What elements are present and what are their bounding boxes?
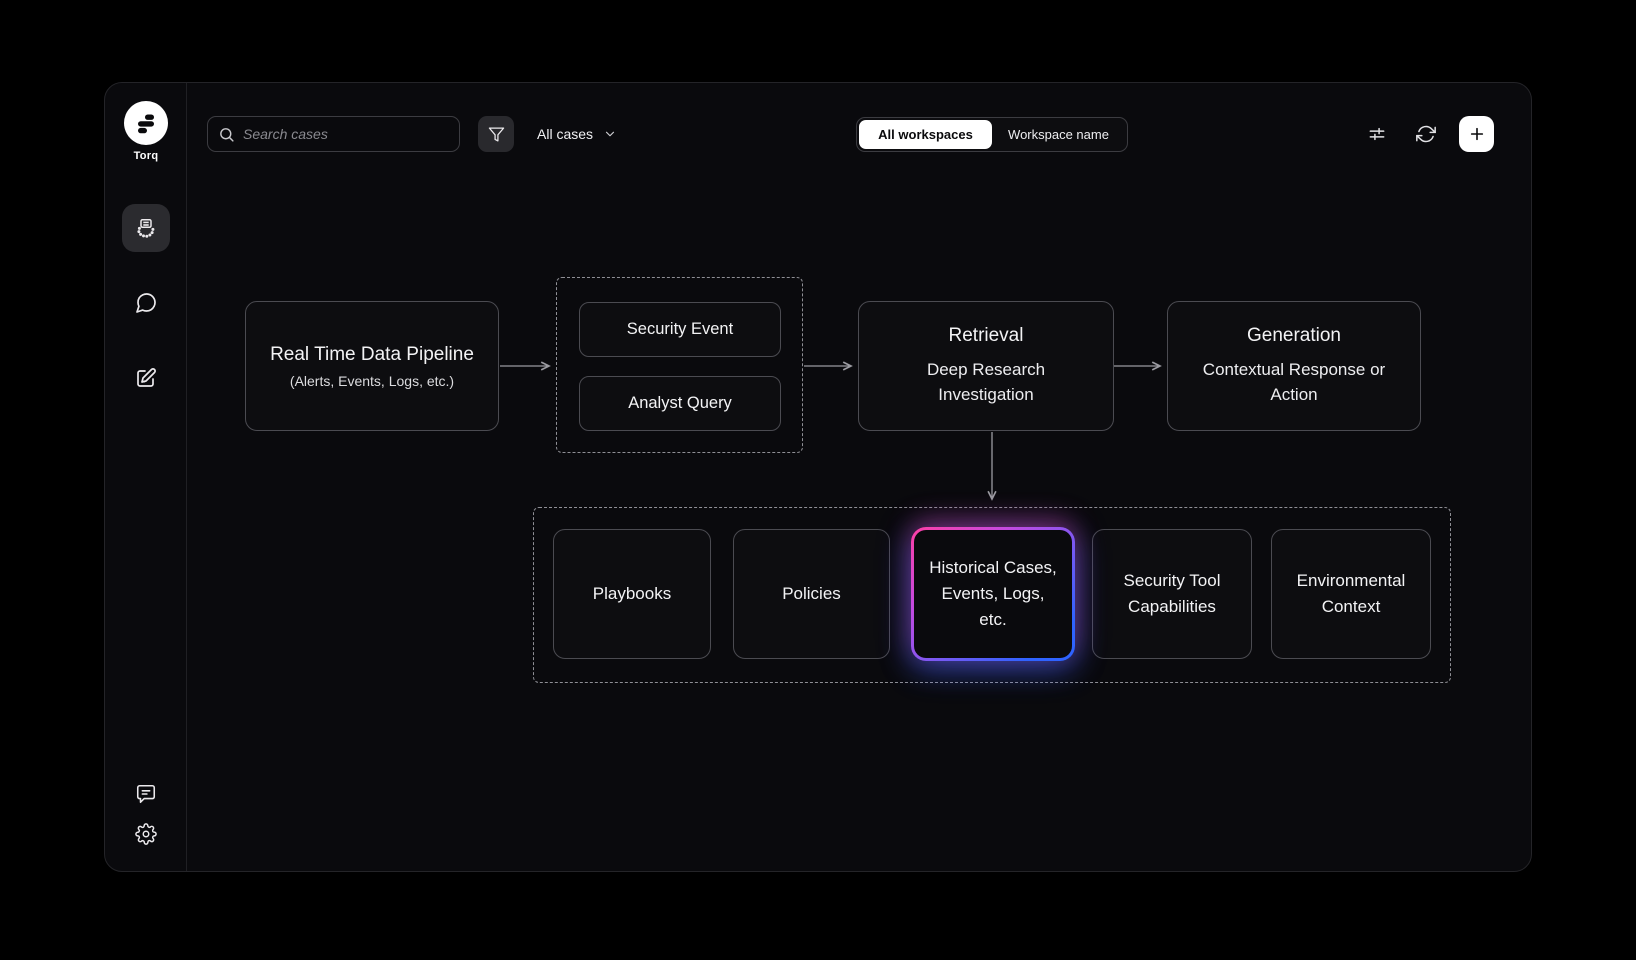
sidebar: Torq bbox=[105, 83, 187, 871]
add-case-button[interactable] bbox=[1459, 116, 1494, 152]
brand-name: Torq bbox=[105, 150, 187, 162]
cases-filter-dropdown[interactable]: All cases bbox=[537, 116, 617, 152]
plus-icon bbox=[1469, 126, 1485, 142]
node-security-tool-capabilities: Security Tool Capabilities bbox=[1092, 529, 1252, 659]
filter-funnel-icon bbox=[488, 126, 505, 143]
node-title: Retrieval bbox=[949, 325, 1024, 347]
gear-icon bbox=[135, 823, 157, 845]
node-title: Real Time Data Pipeline bbox=[270, 344, 474, 366]
node-subtitle: Deep Research Investigation bbox=[891, 357, 1081, 407]
sidebar-item-chat[interactable] bbox=[122, 279, 170, 327]
cases-icon bbox=[134, 216, 158, 240]
workspace-toggle: All workspaces Workspace name bbox=[856, 117, 1128, 152]
node-policies: Policies bbox=[733, 529, 890, 659]
node-playbooks: Playbooks bbox=[553, 529, 711, 659]
node-retrieval: Retrieval Deep Research Investigation bbox=[858, 301, 1114, 431]
node-real-time-data-pipeline: Real Time Data Pipeline (Alerts, Events,… bbox=[245, 301, 499, 431]
sidebar-item-cases[interactable] bbox=[122, 204, 170, 252]
search-input[interactable] bbox=[243, 126, 449, 142]
chevron-down-icon bbox=[603, 127, 617, 141]
node-title: Generation bbox=[1247, 325, 1341, 347]
flow-arrows bbox=[105, 83, 1532, 872]
search-cases-box bbox=[207, 116, 460, 152]
tab-all-workspaces[interactable]: All workspaces bbox=[859, 120, 992, 149]
refresh-icon[interactable] bbox=[1416, 124, 1436, 144]
search-icon bbox=[218, 126, 235, 143]
chat-icon bbox=[134, 291, 158, 315]
display-settings-icon[interactable] bbox=[1367, 124, 1387, 144]
node-historical-cases: Historical Cases, Events, Logs, etc. bbox=[911, 527, 1075, 661]
node-environmental-context: Environmental Context bbox=[1271, 529, 1431, 659]
tab-workspace-name[interactable]: Workspace name bbox=[992, 120, 1125, 149]
node-subtitle: Contextual Response or Action bbox=[1194, 357, 1394, 407]
torq-logo-icon bbox=[124, 101, 168, 145]
sidebar-item-compose[interactable] bbox=[122, 354, 170, 402]
node-subtitle: (Alerts, Events, Logs, etc.) bbox=[290, 373, 454, 389]
feedback-icon bbox=[135, 783, 157, 805]
screen: Torq bbox=[0, 0, 1636, 960]
sidebar-item-settings[interactable] bbox=[122, 810, 170, 858]
filter-button[interactable] bbox=[478, 116, 514, 152]
app-window: Torq bbox=[104, 82, 1532, 872]
node-analyst-query: Analyst Query bbox=[579, 376, 781, 431]
node-security-event: Security Event bbox=[579, 302, 781, 357]
cases-filter-label: All cases bbox=[537, 126, 593, 142]
compose-icon bbox=[134, 366, 158, 390]
node-generation: Generation Contextual Response or Action bbox=[1167, 301, 1421, 431]
brand-logo: Torq bbox=[105, 101, 187, 162]
